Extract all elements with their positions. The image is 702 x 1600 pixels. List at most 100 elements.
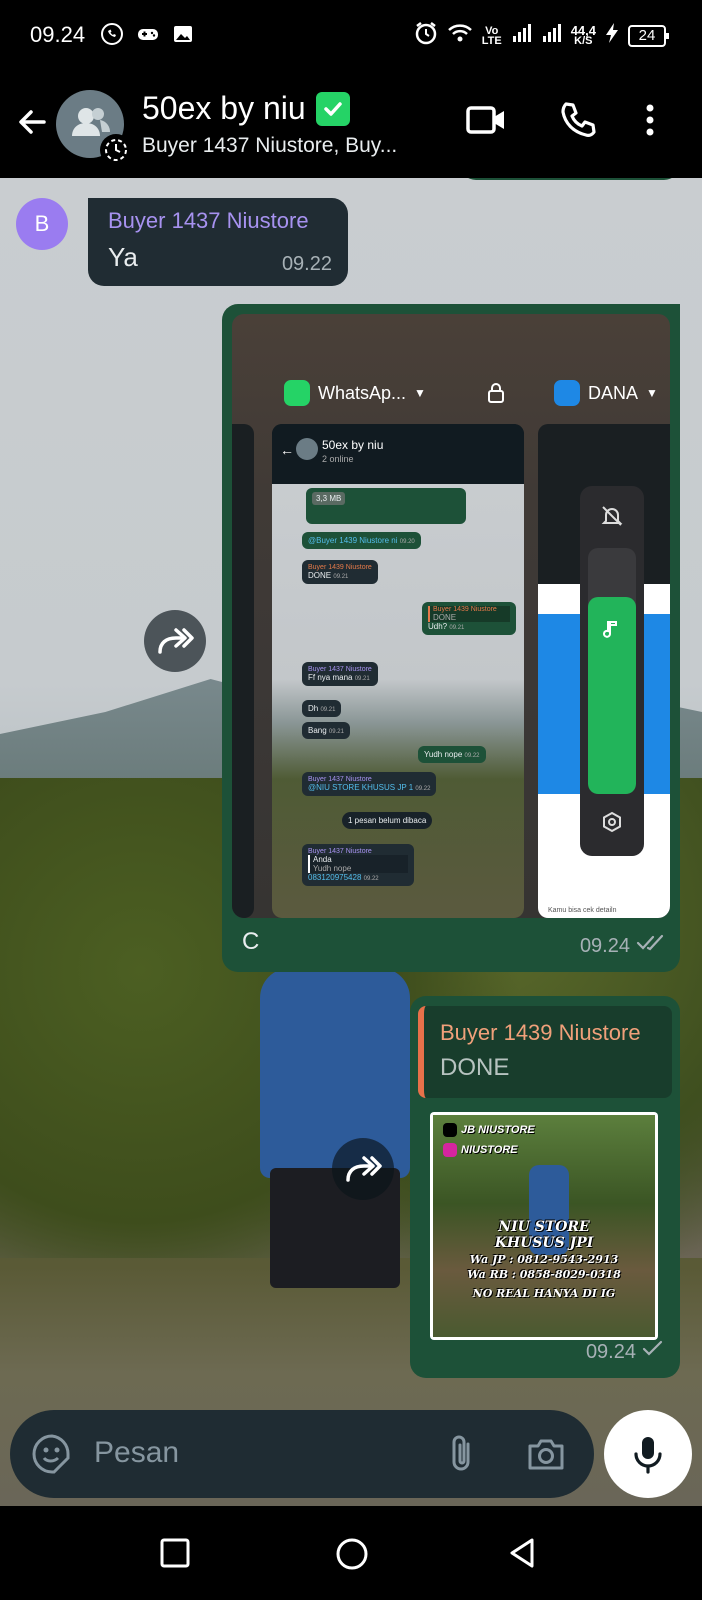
forward-button[interactable]	[144, 610, 206, 672]
mini-message: Buyer 1439 Niustore DONE Udh? 09.21	[422, 602, 516, 635]
quoted-sender: Buyer 1439 Niustore	[440, 1020, 641, 1045]
incoming-message[interactable]: Buyer 1437 Niustore Ya 09.22	[88, 198, 348, 286]
quoted-message[interactable]: Buyer 1439 Niustore DONE	[418, 1006, 672, 1098]
recents-app-bar: WhatsAp... ▼ DANA ▼	[232, 374, 670, 414]
chevron-down-icon: ▼	[414, 386, 426, 400]
outgoing-reply-message[interactable]: Buyer 1439 Niustore DONE JB NIUSTORE NIU…	[410, 996, 680, 1378]
whatsapp-logo-icon	[284, 380, 310, 406]
mini-file-size: 3,3 MB	[312, 492, 346, 505]
forward-button[interactable]	[332, 1138, 394, 1200]
camera-icon[interactable]	[524, 1432, 568, 1481]
mini-message: Dh 09.21	[302, 700, 342, 717]
wifi-icon	[447, 22, 473, 49]
speed-unit: K/S	[574, 34, 593, 47]
promo-tag-tiktok: JB NIUSTORE	[443, 1123, 535, 1137]
tiktok-icon	[443, 1123, 457, 1137]
mic-button[interactable]	[604, 1410, 692, 1498]
music-note-icon	[602, 618, 622, 647]
chat-title[interactable]: 50ex by niu	[142, 90, 350, 127]
disappearing-timer-icon	[100, 134, 132, 166]
recent-app-label: DANA	[588, 382, 639, 403]
group-avatar-icon	[296, 438, 318, 460]
mini-message: 3,3 MB	[306, 488, 466, 524]
mini-chat-subtitle: 2 online	[322, 454, 354, 464]
message-sender[interactable]: Buyer 1437 Niustore	[108, 208, 309, 234]
image-caption: C	[242, 928, 260, 955]
recent-card-left	[232, 424, 254, 918]
mini-message: @Buyer 1439 Niustore ni 09.20	[302, 532, 421, 549]
recents-icon[interactable]	[158, 1536, 192, 1575]
status-bar: 09.24 Vo LTE 44,4 K/S 24	[0, 0, 702, 72]
message-time: 09.24	[585, 1340, 636, 1363]
recent-app-dana: DANA ▼	[554, 380, 658, 406]
message-input-bar[interactable]: Pesan	[10, 1410, 594, 1498]
alarm-icon	[413, 20, 439, 51]
sticker-icon[interactable]	[30, 1432, 74, 1481]
battery-indicator: 24	[628, 24, 669, 47]
recent-app-label: WhatsAp...	[318, 382, 407, 403]
quoted-text: DONE	[440, 1054, 510, 1081]
promo-tag-instagram: NIUSTORE	[443, 1143, 518, 1157]
back-icon[interactable]	[506, 1536, 540, 1575]
promo-line: Wa JP : 0812-9543-2913	[469, 1253, 619, 1266]
volte-label: Vo LTE	[481, 24, 502, 47]
back-arrow-icon[interactable]	[14, 104, 50, 145]
message-meta: 09.24	[580, 934, 666, 958]
chat-header: 50ex by niu Buyer 1437 Niustore, Buy...	[0, 72, 702, 178]
single-check-icon	[642, 1340, 664, 1364]
network-speed: 44,4 K/S	[571, 24, 596, 47]
outgoing-image-message[interactable]: WhatsAp... ▼ DANA ▼ ← 50ex by niu 2 onli…	[222, 304, 680, 972]
volume-slider	[588, 548, 636, 794]
chat-title-text: 50ex by niu	[142, 90, 306, 126]
mini-chat-header: ← 50ex by niu 2 online	[272, 424, 524, 484]
chevron-down-icon: ▼	[646, 386, 658, 400]
previous-message-edge	[460, 178, 680, 180]
message-input[interactable]: Pesan	[94, 1436, 179, 1470]
home-icon[interactable]	[334, 1536, 370, 1577]
volume-panel	[580, 486, 644, 856]
verified-icon	[315, 91, 350, 126]
mini-message: Buyer 1437 Niustore @NIU STORE KHUSUS JP…	[302, 772, 437, 796]
message-time: 09.24	[579, 934, 630, 957]
gamepad-icon	[136, 24, 160, 49]
mic-icon	[634, 1437, 662, 1474]
recent-card-whatsapp: ← 50ex by niu 2 online 3,3 MB @Buyer 143…	[272, 424, 524, 918]
back-arrow-icon: ←	[280, 442, 294, 458]
attach-icon[interactable]	[442, 1432, 482, 1481]
whatsapp-icon	[100, 22, 124, 51]
navigation-bar	[0, 1506, 702, 1600]
forward-icon	[158, 628, 194, 654]
lock-icon	[486, 382, 506, 409]
charging-icon	[604, 21, 620, 50]
mini-message: Buyer 1437 Niustore Anda Yudh nope 08312…	[302, 844, 414, 886]
mini-message: Buyer 1437 Niustore Ff nya mana 09.21	[302, 662, 378, 686]
more-icon[interactable]	[640, 98, 660, 147]
recent-app-whatsapp: WhatsAp... ▼	[284, 380, 426, 406]
screenshot-image[interactable]: WhatsAp... ▼ DANA ▼ ← 50ex by niu 2 onli…	[232, 314, 670, 918]
promo-line: NIU STORE	[498, 1219, 590, 1235]
sender-avatar[interactable]: B	[16, 198, 68, 250]
message-time: 09.22	[281, 253, 332, 275]
dana-footer: Kamu bisa cek detailn	[548, 907, 617, 914]
dana-logo-icon	[554, 380, 580, 406]
message-text: Ya	[108, 242, 138, 272]
double-check-icon	[636, 934, 666, 958]
settings-icon	[600, 810, 624, 839]
message-meta: 09.24	[586, 1340, 664, 1364]
mini-message: Bang 09.21	[302, 722, 350, 739]
phone-icon[interactable]	[556, 98, 600, 147]
promo-image[interactable]: JB NIUSTORE NIUSTORE NIU STORE KHUSUS JP…	[430, 1112, 658, 1340]
chat-area[interactable]: B Buyer 1437 Niustore Ya 09.22 WhatsAp..…	[0, 178, 702, 1506]
signal-icon	[511, 22, 533, 49]
mini-unread-divider: 1 pesan belum dibaca	[342, 812, 433, 829]
mini-chat-title: 50ex by niu	[322, 438, 384, 452]
video-call-icon[interactable]	[464, 98, 508, 147]
status-time: 09.24	[30, 22, 86, 47]
signal-icon	[541, 22, 563, 49]
promo-line: NO REAL HANYA DI IG	[472, 1287, 616, 1300]
chat-members[interactable]: Buyer 1437 Niustore, Buy...	[142, 134, 432, 158]
instagram-icon	[443, 1143, 457, 1157]
mini-message: Yudh nope 09.22	[418, 746, 486, 763]
image-icon	[172, 23, 194, 50]
promo-line: KHUSUS JPI	[494, 1235, 594, 1251]
